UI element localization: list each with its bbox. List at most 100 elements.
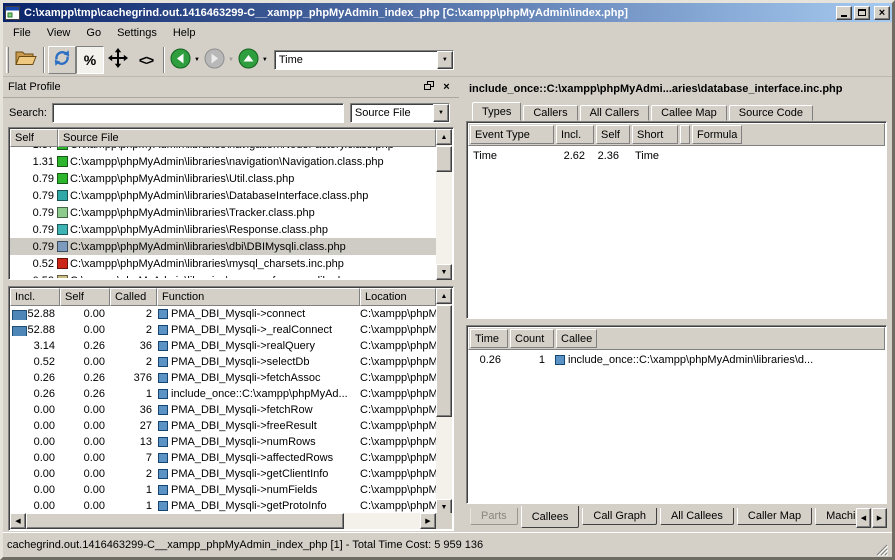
tab-caller-map[interactable]: Caller Map <box>737 508 812 525</box>
function-table-hscrollbar[interactable]: ◀ ▶ <box>10 513 436 529</box>
column-header-short[interactable]: Short <box>632 125 678 144</box>
callee-cell: include_once::C:\xampp\phpMyAdmin\librar… <box>550 354 885 366</box>
scroll-right-button[interactable]: ▶ <box>420 513 436 529</box>
menu-item-file[interactable]: File <box>5 24 39 42</box>
column-header-self[interactable]: Self <box>596 125 630 144</box>
scroll-down-button[interactable]: ▼ <box>436 264 452 280</box>
function-row[interactable]: 0.000.0013PMA_DBI_Mysqli->numRowsC:\xamp… <box>10 434 436 450</box>
column-header-blank[interactable] <box>680 125 690 144</box>
tab-types[interactable]: Types <box>472 102 521 121</box>
tab-machine[interactable]: Machine <box>815 508 857 525</box>
float-panel-button[interactable] <box>421 80 436 94</box>
function-row[interactable]: 52.880.002PMA_DBI_Mysqli->_realConnectC:… <box>10 322 436 338</box>
back-dropdown-caret[interactable]: ▼ <box>194 57 200 63</box>
tab-all-callers[interactable]: All Callers <box>580 105 650 121</box>
scroll-thumb[interactable] <box>26 513 344 529</box>
column-header-source-file[interactable]: Source File <box>58 129 436 147</box>
column-header-location[interactable]: Location <box>360 288 436 306</box>
column-header-function[interactable]: Function <box>157 288 360 306</box>
tab-scroll-right-button[interactable]: ▶ <box>872 508 887 528</box>
function-row[interactable]: 3.140.2636PMA_DBI_Mysqli->realQueryC:\xa… <box>10 338 436 354</box>
tab-callers[interactable]: Callers <box>523 105 577 121</box>
source-list-vscrollbar[interactable]: ▲ ▼ <box>436 129 452 280</box>
cycle-detection-button[interactable] <box>104 46 132 74</box>
function-row[interactable]: 52.880.002PMA_DBI_Mysqli->connectC:\xamp… <box>10 306 436 322</box>
column-header-callee[interactable]: Callee <box>556 329 597 348</box>
resize-grip[interactable] <box>875 543 888 556</box>
column-header-count[interactable]: Count <box>510 329 554 348</box>
open-file-button[interactable] <box>12 46 40 74</box>
toolbar-handle[interactable] <box>6 47 9 73</box>
folder-open-icon <box>15 49 37 70</box>
source-file-row[interactable]: 0.52C:\xampp\phpMyAdmin\libraries\user_p… <box>10 272 436 278</box>
tab-callee-map[interactable]: Callee Map <box>651 105 727 121</box>
menu-item-help[interactable]: Help <box>165 24 204 42</box>
tab-scroll-left-button[interactable]: ◀ <box>856 508 871 528</box>
scroll-up-button[interactable]: ▲ <box>436 129 452 145</box>
source-file-row[interactable]: 0.79C:\xampp\phpMyAdmin\libraries\Tracke… <box>10 204 436 221</box>
forward-dropdown-caret[interactable]: ▼ <box>228 57 234 63</box>
function-row[interactable]: 0.520.002PMA_DBI_Mysqli->selectDbC:\xamp… <box>10 354 436 370</box>
scroll-thumb[interactable] <box>436 146 452 172</box>
function-row[interactable]: 0.000.007PMA_DBI_Mysqli->affectedRowsC:\… <box>10 450 436 466</box>
function-table-body: 52.880.002PMA_DBI_Mysqli->connectC:\xamp… <box>10 306 436 514</box>
source-file-row[interactable]: 0.52C:\xampp\phpMyAdmin\libraries\mysql_… <box>10 255 436 272</box>
function-row[interactable]: 0.260.26376PMA_DBI_Mysqli->fetchAssocC:\… <box>10 370 436 386</box>
tab-all-callees[interactable]: All Callees <box>660 508 734 525</box>
column-header-self[interactable]: Self <box>10 129 58 147</box>
tab-parts[interactable]: Parts <box>470 508 518 525</box>
close-panel-button[interactable]: × <box>439 80 454 94</box>
cost-color-icon <box>57 147 68 150</box>
menu-item-go[interactable]: Go <box>78 24 109 42</box>
forward-icon <box>204 48 225 72</box>
source-file-row[interactable]: 0.79C:\xampp\phpMyAdmin\libraries\Databa… <box>10 187 436 204</box>
cost-color-icon <box>57 224 68 235</box>
up-dropdown-caret[interactable]: ▼ <box>262 57 268 63</box>
cost-color-icon <box>57 207 68 218</box>
chevron-down-icon[interactable]: ▼ <box>433 104 449 122</box>
function-row[interactable]: 0.000.0027PMA_DBI_Mysqli->freeResultC:\x… <box>10 418 436 434</box>
column-header-incl[interactable]: Incl. <box>556 125 594 144</box>
function-table-vscrollbar[interactable]: ▲ ▼ <box>436 288 452 515</box>
tab-source-code[interactable]: Source Code <box>729 105 813 121</box>
event-type-select[interactable]: Time ▼ <box>274 50 454 70</box>
reload-button[interactable] <box>48 46 76 74</box>
up-button[interactable]: ▼ <box>236 46 270 74</box>
source-file-row[interactable]: 1.31C:\xampp\phpMyAdmin\libraries\naviga… <box>10 153 436 170</box>
chevron-down-icon[interactable]: ▼ <box>437 51 453 69</box>
column-header-time[interactable]: Time <box>470 329 508 348</box>
event-type-row[interactable]: Time 2.62 2.36 Time <box>468 147 885 164</box>
count-cell: 1 <box>506 354 550 366</box>
back-button[interactable]: ▼ <box>168 46 202 74</box>
menu-bar: FileViewGoSettingsHelp <box>3 22 892 43</box>
scroll-up-button[interactable]: ▲ <box>436 288 452 304</box>
callee-row[interactable]: 0.26 1 include_once::C:\xampp\phpMyAdmin… <box>468 351 885 368</box>
close-button[interactable]: × <box>874 6 890 20</box>
scroll-left-button[interactable]: ◀ <box>10 513 26 529</box>
function-row[interactable]: 0.000.0036PMA_DBI_Mysqli->fetchRowC:\xam… <box>10 402 436 418</box>
minimize-button[interactable] <box>836 6 852 20</box>
source-file-row[interactable]: 0.79C:\xampp\phpMyAdmin\libraries\Respon… <box>10 221 436 238</box>
tab-call-graph[interactable]: Call Graph <box>582 508 657 525</box>
tab-callees[interactable]: Callees <box>521 506 580 528</box>
group-by-select[interactable]: Source File ▼ <box>350 103 450 123</box>
column-header-formula[interactable]: Formula <box>692 125 742 144</box>
source-file-row[interactable]: 0.79C:\xampp\phpMyAdmin\libraries\Util.c… <box>10 170 436 187</box>
column-header-incl[interactable]: Incl. <box>10 288 60 306</box>
shorten-templates-button[interactable]: <> <box>132 46 160 74</box>
function-row[interactable]: 0.000.001PMA_DBI_Mysqli->getProtoInfoC:\… <box>10 498 436 514</box>
relative-percent-toggle[interactable]: % <box>76 46 104 74</box>
menu-item-view[interactable]: View <box>39 24 79 42</box>
maximize-button[interactable] <box>854 6 870 20</box>
column-header-called[interactable]: Called <box>110 288 157 306</box>
function-row[interactable]: 0.000.001PMA_DBI_Mysqli->numFieldsC:\xam… <box>10 482 436 498</box>
search-input[interactable] <box>52 103 344 123</box>
column-header-self[interactable]: Self <box>60 288 110 306</box>
column-header-event-type[interactable]: Event Type <box>470 125 554 144</box>
forward-button[interactable]: ▼ <box>202 46 236 74</box>
function-row[interactable]: 0.260.261include_once::C:\xampp\phpMyAd.… <box>10 386 436 402</box>
menu-item-settings[interactable]: Settings <box>109 24 165 42</box>
scroll-thumb[interactable] <box>436 305 452 417</box>
source-file-row[interactable]: 0.79C:\xampp\phpMyAdmin\libraries\dbi\DB… <box>10 238 436 255</box>
function-row[interactable]: 0.000.002PMA_DBI_Mysqli->getClientInfoC:… <box>10 466 436 482</box>
